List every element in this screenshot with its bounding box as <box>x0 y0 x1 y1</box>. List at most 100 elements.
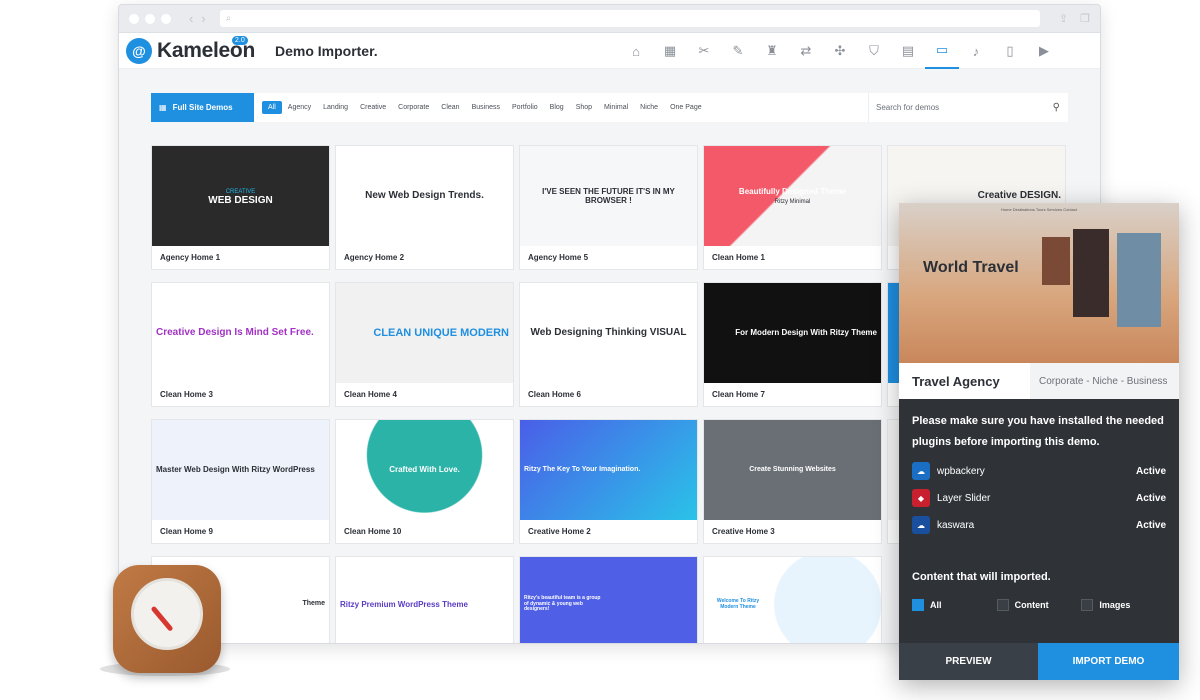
brush-icon[interactable]: ♜ <box>755 33 789 69</box>
video-icon[interactable]: ▶ <box>1027 33 1061 69</box>
demo-card[interactable]: Create Stunning Websites Creative Home 3 <box>703 419 882 544</box>
category-corporate[interactable]: Corporate <box>392 101 435 114</box>
demo-card[interactable]: Ritzy The Key To Your Imagination. Creat… <box>519 419 698 544</box>
demo-thumbnail: Crafted With Love. <box>336 420 513 520</box>
demo-card[interactable]: Master Web Design With Ritzy WordPress C… <box>151 419 330 544</box>
demo-card[interactable]: Ritzy Premium WordPress Theme <box>335 556 514 643</box>
demo-card[interactable]: CREATIVE WEB DESIGN Agency Home 1 <box>151 145 330 270</box>
share-icon[interactable]: ⇪ <box>1059 12 1068 25</box>
tabs-icon[interactable]: ❐ <box>1080 12 1090 25</box>
mic-icon[interactable]: ♪ <box>959 33 993 69</box>
minimize-dot[interactable] <box>145 13 155 24</box>
category-creative[interactable]: Creative <box>354 101 392 114</box>
demo-thumbnail: I'VE SEEN THE FUTURE IT'S IN MY BROWSER … <box>520 146 697 246</box>
search-icon[interactable]: ⚲ <box>1053 102 1060 113</box>
panel-actions: PREVIEW IMPORT DEMO <box>899 643 1179 680</box>
category-blog[interactable]: Blog <box>544 101 570 114</box>
demo-label: Clean Home 3 <box>160 390 213 399</box>
stage: ‹ › ⌕ ⇪ ❐ @ Kameleon 2.0 Demo Importer. … <box>0 0 1200 700</box>
plugin-status: Active <box>1135 519 1166 531</box>
option-images[interactable]: Images <box>1081 599 1166 611</box>
demo-card[interactable]: I'VE SEEN THE FUTURE IT'S IN MY BROWSER … <box>519 145 698 270</box>
demo-thumb-head: New Web Design Trends. <box>365 190 484 202</box>
demo-thumbnail: Master Web Design With Ritzy WordPress <box>152 420 329 520</box>
search-icon: ⌕ <box>225 13 232 24</box>
option-content-checkbox[interactable] <box>996 599 1009 611</box>
category-one-page[interactable]: One Page <box>664 101 708 114</box>
plugin-name: kaswara <box>937 519 975 531</box>
back-arrow-icon[interactable]: ‹ <box>189 11 193 26</box>
category-minimal[interactable]: Minimal <box>598 101 634 114</box>
category-portfolio[interactable]: Portfolio <box>506 101 544 114</box>
demo-card[interactable]: New Web Design Trends. Agency Home 2 <box>335 145 514 270</box>
clock-hand <box>150 605 174 632</box>
demo-thumb-head: For Modern Design With Ritzy Theme <box>735 328 877 338</box>
demo-label: Clean Home 1 <box>712 253 765 262</box>
category-all[interactable]: All <box>262 101 282 114</box>
category-shop[interactable]: Shop <box>570 101 598 114</box>
translate-icon[interactable]: ⇄ <box>789 33 823 69</box>
plugin-row: ◆ Layer Slider Active <box>912 489 1166 507</box>
demo-card[interactable]: Ritzy's beautiful team is a group of dyn… <box>519 556 698 643</box>
hero-title: World Travel <box>923 259 1019 276</box>
demo-thumbnail: Web Designing Thinking VISUAL <box>520 283 697 383</box>
demo-card[interactable]: CLEAN UNIQUE MODERN Clean Home 4 <box>335 282 514 407</box>
option-content[interactable]: Content <box>996 599 1082 611</box>
tools-icon[interactable]: ✂ <box>687 33 721 69</box>
demo-label: Clean Home 10 <box>344 527 402 536</box>
search-placeholder: Search for demos <box>876 103 940 112</box>
category-landing[interactable]: Landing <box>317 101 354 114</box>
preview-button[interactable]: PREVIEW <box>899 643 1038 680</box>
demo-card[interactable]: Beautifully Designed Theme Ritzy Minimal… <box>703 145 882 270</box>
forward-arrow-icon[interactable]: › <box>201 11 205 26</box>
layerslider-icon: ◆ <box>912 489 930 507</box>
version-badge: 2.0 <box>232 36 248 45</box>
search-input[interactable]: Search for demos ⚲ <box>868 93 1068 122</box>
home-icon[interactable]: ⌂ <box>619 33 653 69</box>
demo-label: Agency Home 5 <box>528 253 589 262</box>
import-demo-button[interactable]: IMPORT DEMO <box>1038 643 1179 680</box>
address-bar[interactable]: ⌕ <box>219 10 1040 27</box>
chameleon-logo-icon: @ <box>126 37 152 64</box>
category-tabs: All Agency Landing Creative Corporate Cl… <box>262 101 708 114</box>
layout-icon[interactable]: ▦ <box>653 33 687 69</box>
plugin-row: ☁ wpbackery Active <box>912 462 1166 480</box>
mobile-icon[interactable]: ▯ <box>993 33 1027 69</box>
demo-card[interactable]: Welcome To Ritzy Modern Theme <box>703 556 882 643</box>
shield-icon[interactable]: ⛉ <box>857 33 891 69</box>
demo-thumb-head: Creative Design Is Mind Set Free. <box>156 327 314 339</box>
plugin-status: Active <box>1135 492 1166 504</box>
option-images-checkbox[interactable] <box>1081 599 1094 611</box>
demo-label: Clean Home 9 <box>160 527 213 536</box>
category-niche[interactable]: Niche <box>634 101 664 114</box>
close-dot[interactable] <box>129 13 139 24</box>
full-site-label: Full Site Demos <box>172 103 233 112</box>
hero-photo <box>1117 233 1161 327</box>
category-clean[interactable]: Clean <box>435 101 465 114</box>
option-all[interactable]: All <box>912 599 997 611</box>
demo-thumbnail: CREATIVE WEB DESIGN <box>152 146 329 246</box>
category-agency[interactable]: Agency <box>282 101 317 114</box>
panel-body: Please make sure you have installed the … <box>899 399 1179 611</box>
maximize-dot[interactable] <box>161 13 171 24</box>
demo-thumb-sub: Ritzy Minimal <box>774 199 811 206</box>
demo-card[interactable]: Creative Design Is Mind Set Free. Clean … <box>151 282 330 407</box>
option-label: All <box>930 600 942 610</box>
plugin-warning: Please make sure you have installed the … <box>912 415 1164 448</box>
puzzle-icon[interactable]: ✣ <box>823 33 857 69</box>
demo-label: Creative Home 2 <box>528 527 591 536</box>
demo-card[interactable]: Web Designing Thinking VISUAL Clean Home… <box>519 282 698 407</box>
pen-icon[interactable]: ✎ <box>721 33 755 69</box>
category-business[interactable]: Business <box>466 101 506 114</box>
demo-thumb-head: I'VE SEEN THE FUTURE IT'S IN MY BROWSER … <box>542 186 675 205</box>
demo-card[interactable]: For Modern Design With Ritzy Theme Clean… <box>703 282 882 407</box>
demo-info: Travel Agency Corporate - Niche - Busine… <box>899 363 1179 399</box>
demo-thumbnail: New Web Design Trends. <box>336 146 513 246</box>
full-site-demos-button[interactable]: ▦ Full Site Demos <box>151 93 254 122</box>
grid-icon: ▦ <box>159 103 167 112</box>
devices-icon[interactable]: ▭ <box>925 33 959 69</box>
card-icon[interactable]: ▤ <box>891 33 925 69</box>
option-all-checkbox[interactable] <box>912 599 924 611</box>
demo-card[interactable]: Crafted With Love. Clean Home 10 <box>335 419 514 544</box>
hero-nav: Home Destinations Tours Services Contact <box>1001 207 1077 212</box>
